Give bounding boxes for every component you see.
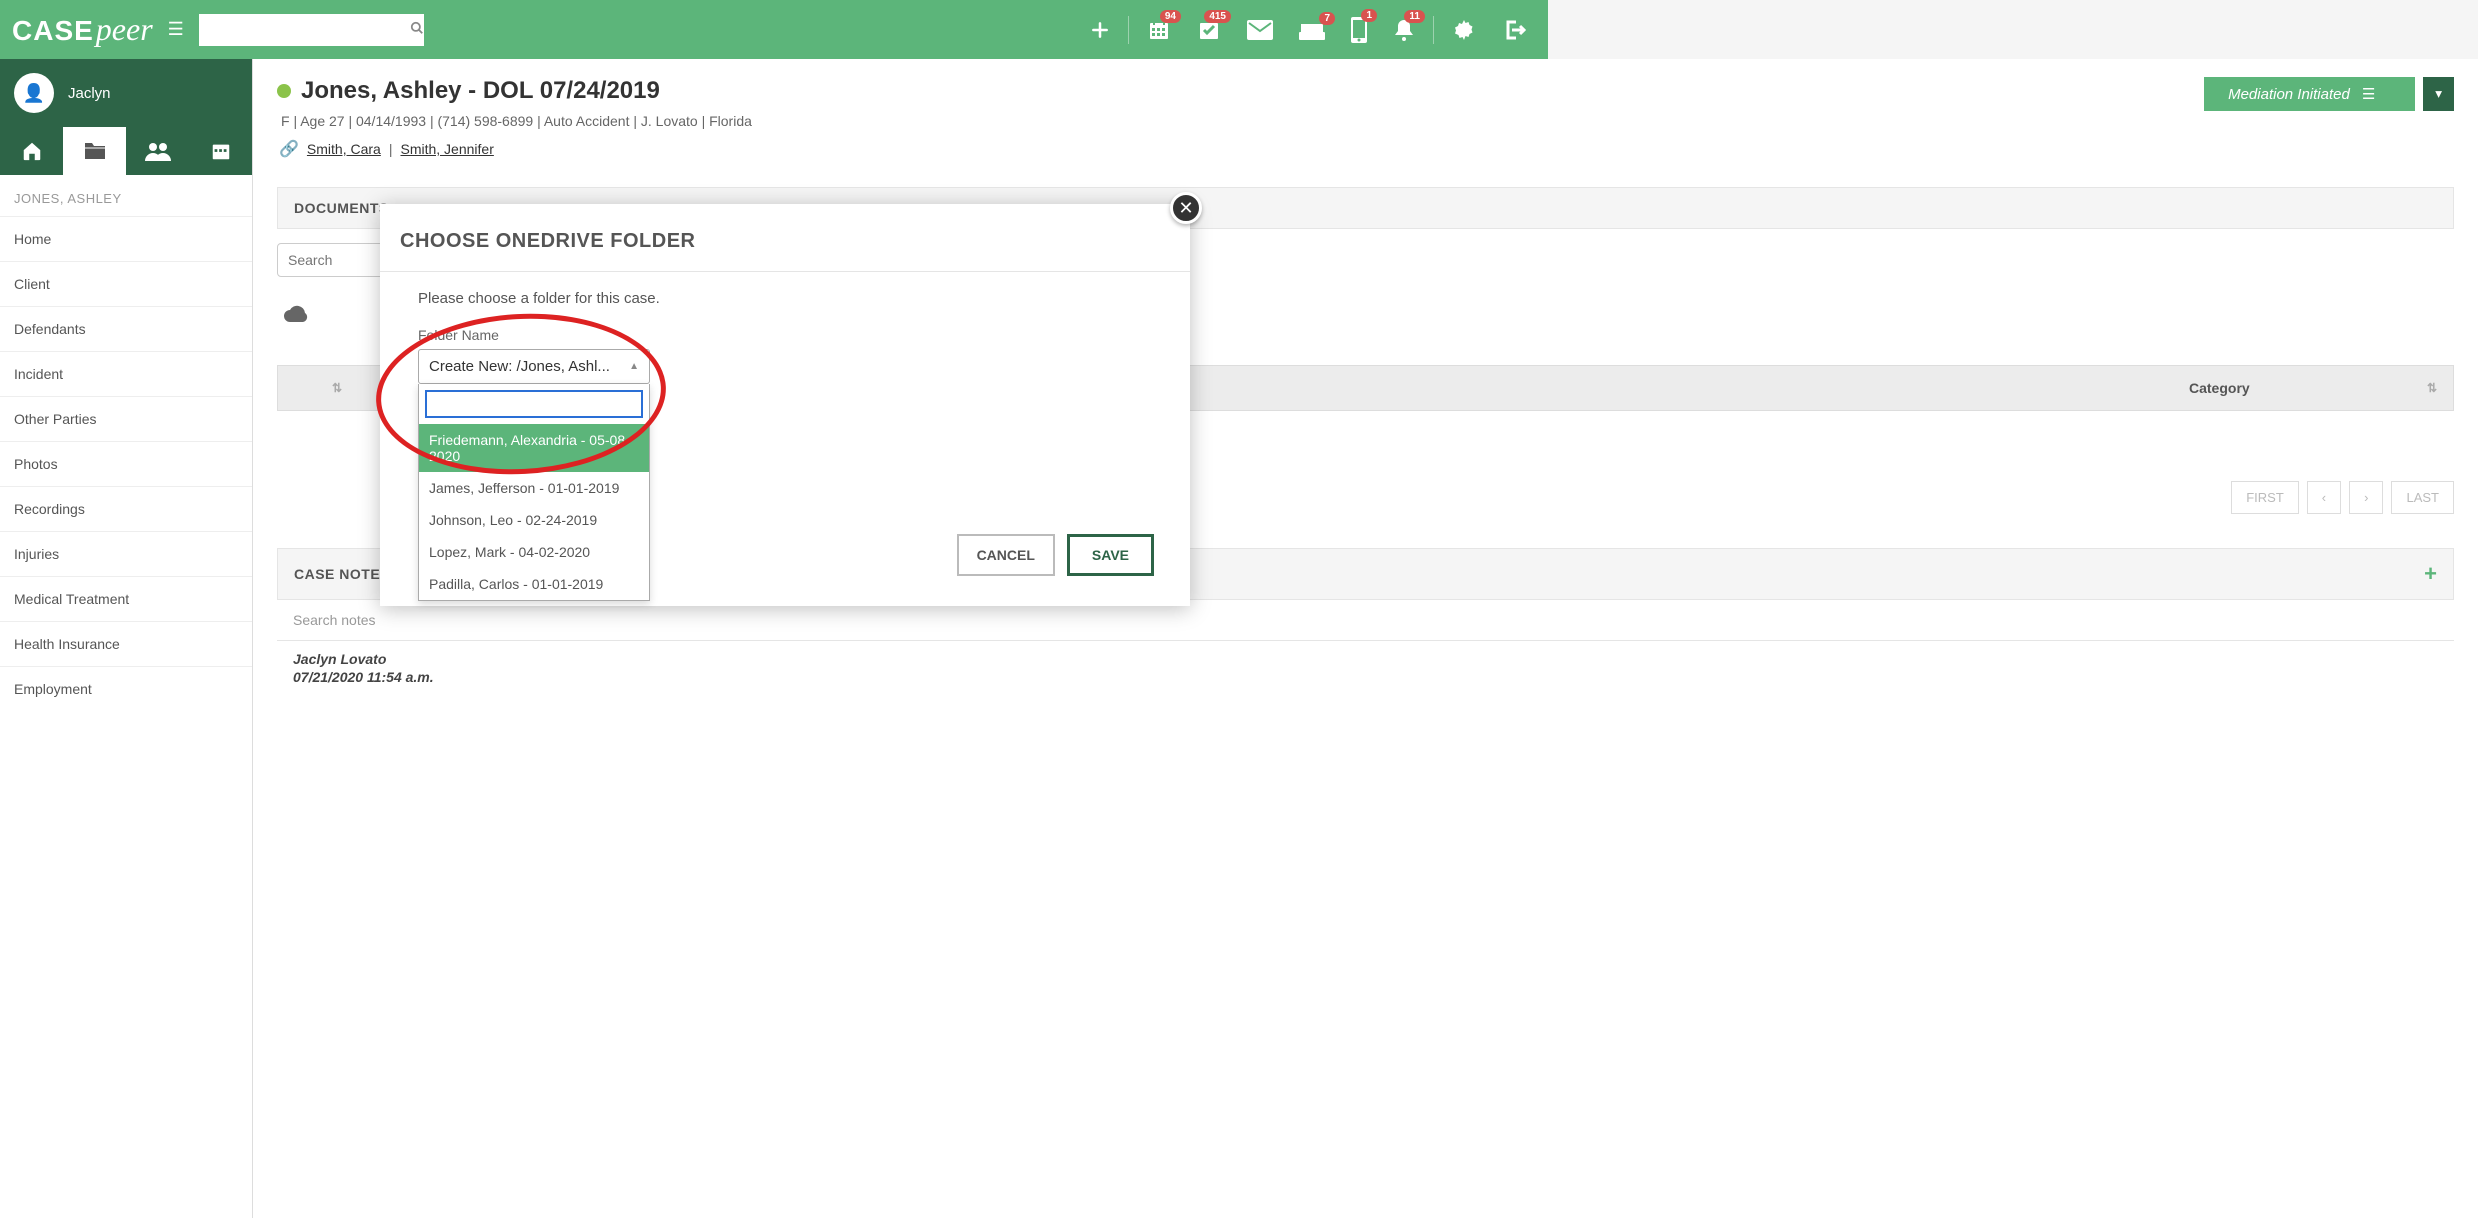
status-dot-icon <box>277 84 291 98</box>
badge: 7 <box>1319 12 1335 25</box>
case-title: Jones, Ashley - DOL 07/24/2019 <box>301 77 660 105</box>
nav-recordings[interactable]: Recordings <box>0 486 252 531</box>
tab-folder-icon[interactable] <box>63 127 126 175</box>
avatar: 👤 <box>14 73 54 113</box>
tab-home-icon[interactable] <box>0 127 63 175</box>
related-link-1[interactable]: Smith, Cara <box>307 141 381 157</box>
folder-name-label: Folder Name <box>418 327 1190 343</box>
page-first[interactable]: FIRST <box>2231 481 2299 514</box>
folder-option[interactable]: James, Jefferson - 01-01-2019 <box>419 472 649 504</box>
related-link-2[interactable]: Smith, Jennifer <box>400 141 493 157</box>
nav-other-parties[interactable]: Other Parties <box>0 396 252 441</box>
nav-client[interactable]: Client <box>0 261 252 306</box>
nav-injuries[interactable]: Injuries <box>0 531 252 576</box>
case-status-dropdown[interactable]: ▾ <box>2423 77 2454 111</box>
folder-option[interactable]: Johnson, Leo - 02-24-2019 <box>419 504 649 536</box>
note-author: Jaclyn Lovato <box>293 651 2438 667</box>
case-header: Jones, Ashley - DOL 07/24/2019 F | Age 2… <box>277 77 2454 159</box>
top-header: CASE peer ☰ 94 415 7 1 <box>0 0 1548 59</box>
modal-title: CHOOSE ONEDRIVE FOLDER <box>380 224 1190 271</box>
tab-people-icon[interactable] <box>126 127 189 175</box>
folder-filter-input[interactable] <box>425 390 643 418</box>
logout-icon[interactable] <box>1490 18 1538 42</box>
folder-option[interactable]: Padilla, Carlos - 01-01-2019 <box>419 568 649 600</box>
onedrive-folder-modal: ✕ CHOOSE ONEDRIVE FOLDER Please choose a… <box>380 204 1190 606</box>
sidebar: 👤 Jaclyn JONES, ASHLEY Home Client Defen… <box>0 59 253 1218</box>
tasks-icon[interactable]: 415 <box>1185 18 1233 42</box>
link-icon: 🔗 <box>279 139 299 159</box>
page-prev-icon[interactable]: ‹ <box>2307 481 2341 514</box>
save-button[interactable]: SAVE <box>1067 534 1154 576</box>
bell-icon[interactable]: 11 <box>1381 18 1427 42</box>
note-time: 07/21/2020 11:54 a.m. <box>293 669 2438 685</box>
page-next-icon[interactable]: › <box>2349 481 2383 514</box>
add-note-icon[interactable]: + <box>2424 561 2437 587</box>
folder-options-dropdown: Friedemann, Alexandria - 05-08-2020 Jame… <box>418 384 650 601</box>
th-sort[interactable]: ⇅ <box>278 366 358 410</box>
logo-case: CASE <box>12 15 94 47</box>
nav-medical-treatment[interactable]: Medical Treatment <box>0 576 252 621</box>
user-name: Jaclyn <box>68 85 111 102</box>
case-status-button[interactable]: Mediation Initiated ☰ <box>2204 77 2415 111</box>
notes-search[interactable]: Search notes <box>277 600 2454 641</box>
mobile-icon[interactable]: 1 <box>1339 17 1379 43</box>
menu-icon[interactable]: ☰ <box>168 19 184 40</box>
mail-icon[interactable] <box>1235 20 1285 40</box>
nav-incident[interactable]: Incident <box>0 351 252 396</box>
case-meta: F | Age 27 | 04/14/1993 | (714) 598-6899… <box>281 113 752 129</box>
case-links: 🔗 Smith, Cara | Smith, Jennifer <box>279 139 752 159</box>
logo[interactable]: CASE peer <box>12 11 153 48</box>
tab-calendar-icon[interactable] <box>189 127 252 175</box>
badge: 1 <box>1361 9 1377 22</box>
modal-text: Please choose a folder for this case. <box>418 290 1190 307</box>
folder-option[interactable]: Lopez, Mark - 04-02-2020 <box>419 536 649 568</box>
search-icon[interactable] <box>400 21 434 38</box>
user-block[interactable]: 👤 Jaclyn <box>0 59 252 127</box>
nav-home[interactable]: Home <box>0 216 252 261</box>
logo-peer: peer <box>96 11 153 48</box>
cancel-button[interactable]: CANCEL <box>957 534 1055 576</box>
case-label: JONES, ASHLEY <box>0 175 252 216</box>
calendar-icon[interactable]: 94 <box>1135 18 1183 42</box>
th-category[interactable]: Category⇅ <box>2173 366 2453 410</box>
nav-health-insurance[interactable]: Health Insurance <box>0 621 252 666</box>
notes-title: CASE NOTE <box>294 566 380 582</box>
close-icon[interactable]: ✕ <box>1170 192 1202 224</box>
link-sep: | <box>389 141 393 157</box>
selected-value: Create New: /Jones, Ashl... <box>429 358 610 375</box>
note-item[interactable]: Jaclyn Lovato 07/21/2020 11:54 a.m. <box>277 641 2454 695</box>
inbox-icon[interactable]: 7 <box>1287 20 1337 40</box>
nav-photos[interactable]: Photos <box>0 441 252 486</box>
badge: 94 <box>1160 10 1181 23</box>
chevron-up-icon: ▲ <box>629 361 639 372</box>
badge: 11 <box>1404 10 1425 23</box>
add-icon[interactable] <box>1078 20 1122 40</box>
nav-employment[interactable]: Employment <box>0 666 252 711</box>
gear-icon[interactable] <box>1440 18 1488 42</box>
status-label: Mediation Initiated <box>2228 86 2350 103</box>
sidebar-tabs <box>0 127 252 175</box>
folder-option[interactable]: Friedemann, Alexandria - 05-08-2020 <box>419 424 649 472</box>
hamburger-icon: ☰ <box>2362 85 2375 103</box>
search-input[interactable] <box>199 22 400 38</box>
header-actions: 94 415 7 1 11 <box>1078 16 1538 44</box>
badge: 415 <box>1204 10 1231 23</box>
folder-name-select[interactable]: Create New: /Jones, Ashl... ▲ <box>418 349 650 384</box>
global-search[interactable] <box>199 14 424 46</box>
page-last[interactable]: LAST <box>2391 481 2454 514</box>
nav-defendants[interactable]: Defendants <box>0 306 252 351</box>
